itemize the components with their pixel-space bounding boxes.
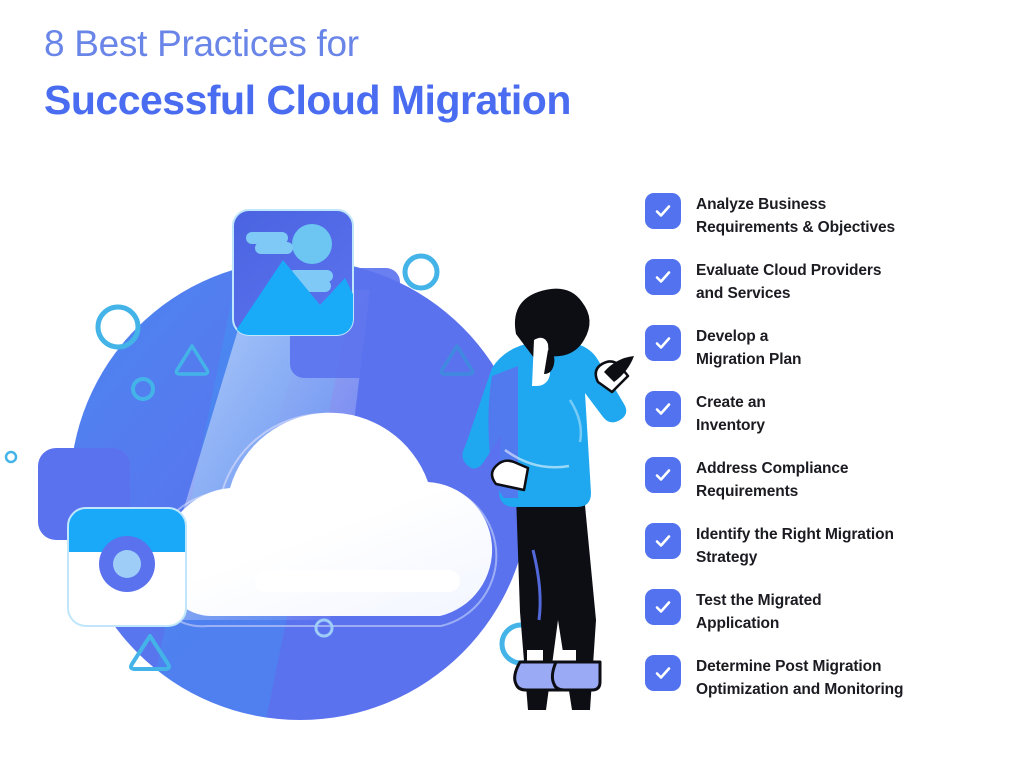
list-item[interactable]: Analyze Business Requirements & Objectiv…	[645, 192, 1015, 239]
shoe-right	[550, 660, 602, 692]
list-item-label: Determine Post Migration Optimization an…	[696, 654, 903, 701]
check-icon[interactable]	[645, 259, 681, 295]
list-item-line-1: Determine Post Migration	[696, 658, 882, 675]
list-item-label: Address Compliance Requirements	[696, 456, 848, 503]
list-item[interactable]: Identify the Right Migration Strategy	[645, 522, 1015, 569]
infographic-page: 8 Best Practices for Successful Cloud Mi…	[0, 0, 1024, 769]
decor-circle-tiny	[4, 450, 18, 464]
list-item[interactable]: Evaluate Cloud Providers and Services	[645, 258, 1015, 305]
check-icon[interactable]	[645, 523, 681, 559]
title-line-2: Successful Cloud Migration	[44, 77, 571, 123]
list-item[interactable]: Develop a Migration Plan	[645, 324, 1015, 371]
check-icon[interactable]	[645, 391, 681, 427]
list-item-line-2: Requirements	[696, 483, 799, 500]
list-item-line-1: Develop a	[696, 328, 769, 345]
check-icon[interactable]	[645, 325, 681, 361]
list-item-line-2: Inventory	[696, 417, 765, 434]
list-item[interactable]: Determine Post Migration Optimization an…	[645, 654, 1015, 701]
list-item-line-1: Create an	[696, 394, 766, 411]
page-title: 8 Best Practices for Successful Cloud Mi…	[44, 22, 571, 126]
sun-icon	[292, 224, 332, 264]
list-item-line-2: Migration Plan	[696, 351, 802, 368]
best-practices-checklist: Analyze Business Requirements & Objectiv…	[645, 192, 1015, 701]
camera-lens-icon	[99, 536, 155, 592]
list-item-label: Identify the Right Migration Strategy	[696, 522, 894, 569]
list-item-line-2: Optimization and Monitoring	[696, 681, 904, 698]
list-item[interactable]: Address Compliance Requirements	[645, 456, 1015, 503]
list-item-label: Develop a Migration Plan	[696, 324, 801, 371]
decor-circle-top	[402, 253, 440, 291]
list-item-line-2: and Services	[696, 285, 791, 302]
list-item[interactable]: Create an Inventory	[645, 390, 1015, 437]
list-item-label: Create an Inventory	[696, 390, 766, 437]
check-icon[interactable]	[645, 655, 681, 691]
list-item-line-1: Analyze Business	[696, 196, 827, 213]
list-item-line-2: Application	[696, 615, 780, 632]
list-item-label: Test the Migrated Application	[696, 588, 822, 635]
cloud-bar	[255, 570, 460, 592]
list-item-line-2: Strategy	[696, 549, 758, 566]
list-item-line-1: Address Compliance	[696, 460, 849, 477]
cloud-migration-illustration	[0, 150, 660, 750]
check-icon[interactable]	[645, 457, 681, 493]
check-icon[interactable]	[645, 193, 681, 229]
list-item-line-1: Identify the Right Migration	[696, 526, 894, 543]
list-item-label: Evaluate Cloud Providers and Services	[696, 258, 881, 305]
decor-circle-large	[95, 304, 141, 350]
list-item-label: Analyze Business Requirements & Objectiv…	[696, 192, 895, 239]
check-icon[interactable]	[645, 589, 681, 625]
list-item-line-2: Requirements & Objectives	[696, 219, 896, 236]
list-item-line-1: Evaluate Cloud Providers	[696, 262, 882, 279]
list-item[interactable]: Test the Migrated Application	[645, 588, 1015, 635]
title-line-1: 8 Best Practices for	[44, 23, 359, 64]
list-item-line-1: Test the Migrated	[696, 592, 822, 609]
